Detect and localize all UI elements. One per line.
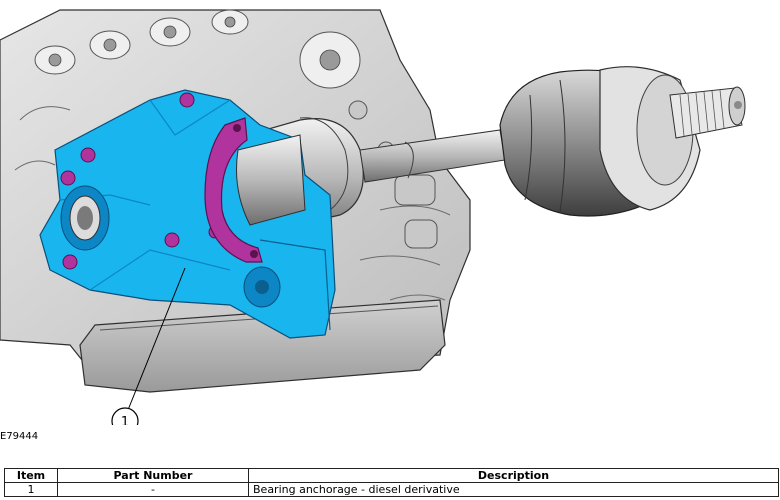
table-row: 1 - Bearing anchorage - diesel derivativ… <box>4 482 779 497</box>
bearing-housing <box>236 134 306 226</box>
cell-description: Bearing anchorage - diesel derivative <box>248 482 779 497</box>
splined-stub <box>669 86 746 139</box>
header-item: Item <box>4 468 58 483</box>
header-description: Description <box>248 468 779 483</box>
figure-id-label: E79444 <box>0 431 39 442</box>
table-header-row: Item Part Number Description <box>4 468 779 483</box>
cell-item: 1 <box>4 482 58 497</box>
header-part-number: Part Number <box>57 468 249 483</box>
parts-table: Item Part Number Description 1 - Bearing… <box>4 468 779 497</box>
cell-part-number: - <box>57 482 249 497</box>
callout-number: 1 <box>121 415 129 425</box>
engine-driveshaft-illustration: 1 <box>0 9 746 425</box>
